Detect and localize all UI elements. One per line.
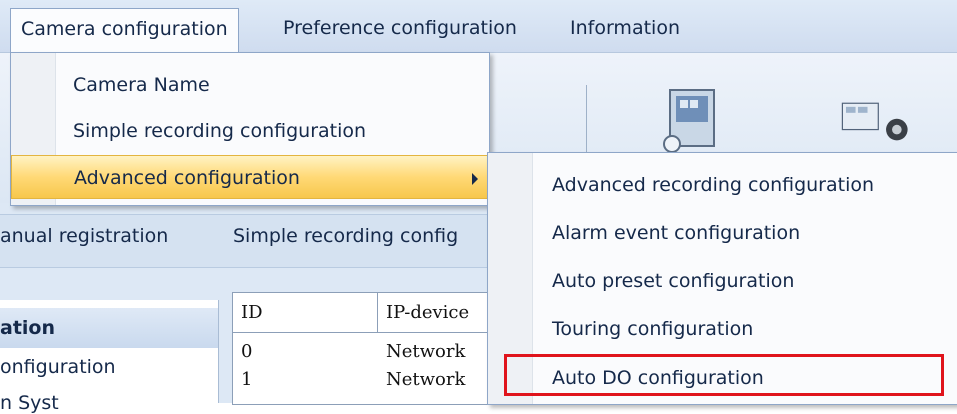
menu-item-label: Simple recording configuration	[73, 120, 367, 142]
table-cell-ip-device[interactable]: Network	[378, 369, 465, 390]
tree-item-system[interactable]: n Syst	[0, 392, 59, 414]
menu-item-camera-name[interactable]: Camera Name	[11, 63, 489, 107]
camera-configuration-dropdown: Camera Name Simple recording configurati…	[10, 52, 490, 206]
highlight-box	[504, 354, 944, 396]
manual-registration-button[interactable]: anual registration	[0, 225, 168, 247]
menu-item-label: Advanced configuration	[74, 167, 300, 189]
menu-information[interactable]: Information	[570, 8, 680, 48]
camera-device-icon[interactable]	[660, 86, 730, 154]
menu-item-touring-configuration[interactable]: Touring configuration	[488, 305, 957, 353]
menu-item-label: Alarm event configuration	[552, 222, 801, 244]
menu-item-label: Camera Name	[73, 74, 210, 96]
submenu-arrow-icon	[472, 173, 478, 185]
menu-camera-configuration[interactable]: Camera configuration	[10, 8, 239, 53]
menu-item-simple-recording-configuration[interactable]: Simple recording configuration	[11, 109, 489, 153]
menu-item-label: Touring configuration	[552, 318, 754, 340]
simple-recording-button[interactable]: Simple recording config	[233, 225, 458, 247]
menu-item-label: Auto preset configuration	[552, 270, 795, 292]
column-header-id[interactable]: ID	[233, 293, 378, 333]
left-pane-header: ation	[0, 308, 218, 348]
table-cell-ip-device[interactable]: Network	[378, 341, 465, 362]
table-cell-id[interactable]: 1	[233, 369, 252, 390]
column-header-ip-device[interactable]: IP-device	[378, 293, 493, 333]
video-film-icon[interactable]	[840, 86, 910, 154]
menubar: Camera configuration Preference configur…	[0, 0, 957, 53]
menu-item-advanced-recording-configuration[interactable]: Advanced recording configuration	[488, 161, 957, 209]
menu-item-advanced-configuration[interactable]: Advanced configuration	[11, 155, 489, 199]
tree-item-configuration[interactable]: onfiguration	[0, 356, 116, 378]
menu-preference-configuration[interactable]: Preference configuration	[283, 8, 517, 48]
left-tree-pane: ation onfiguration n Syst	[0, 300, 219, 414]
menu-item-label: Advanced recording configuration	[552, 174, 875, 196]
table-cell-id[interactable]: 0	[233, 341, 252, 362]
device-table: ID IP-device 0 Network 1 Network	[232, 292, 494, 405]
menu-item-auto-preset-configuration[interactable]: Auto preset configuration	[488, 257, 957, 305]
menu-item-alarm-event-configuration[interactable]: Alarm event configuration	[488, 209, 957, 257]
